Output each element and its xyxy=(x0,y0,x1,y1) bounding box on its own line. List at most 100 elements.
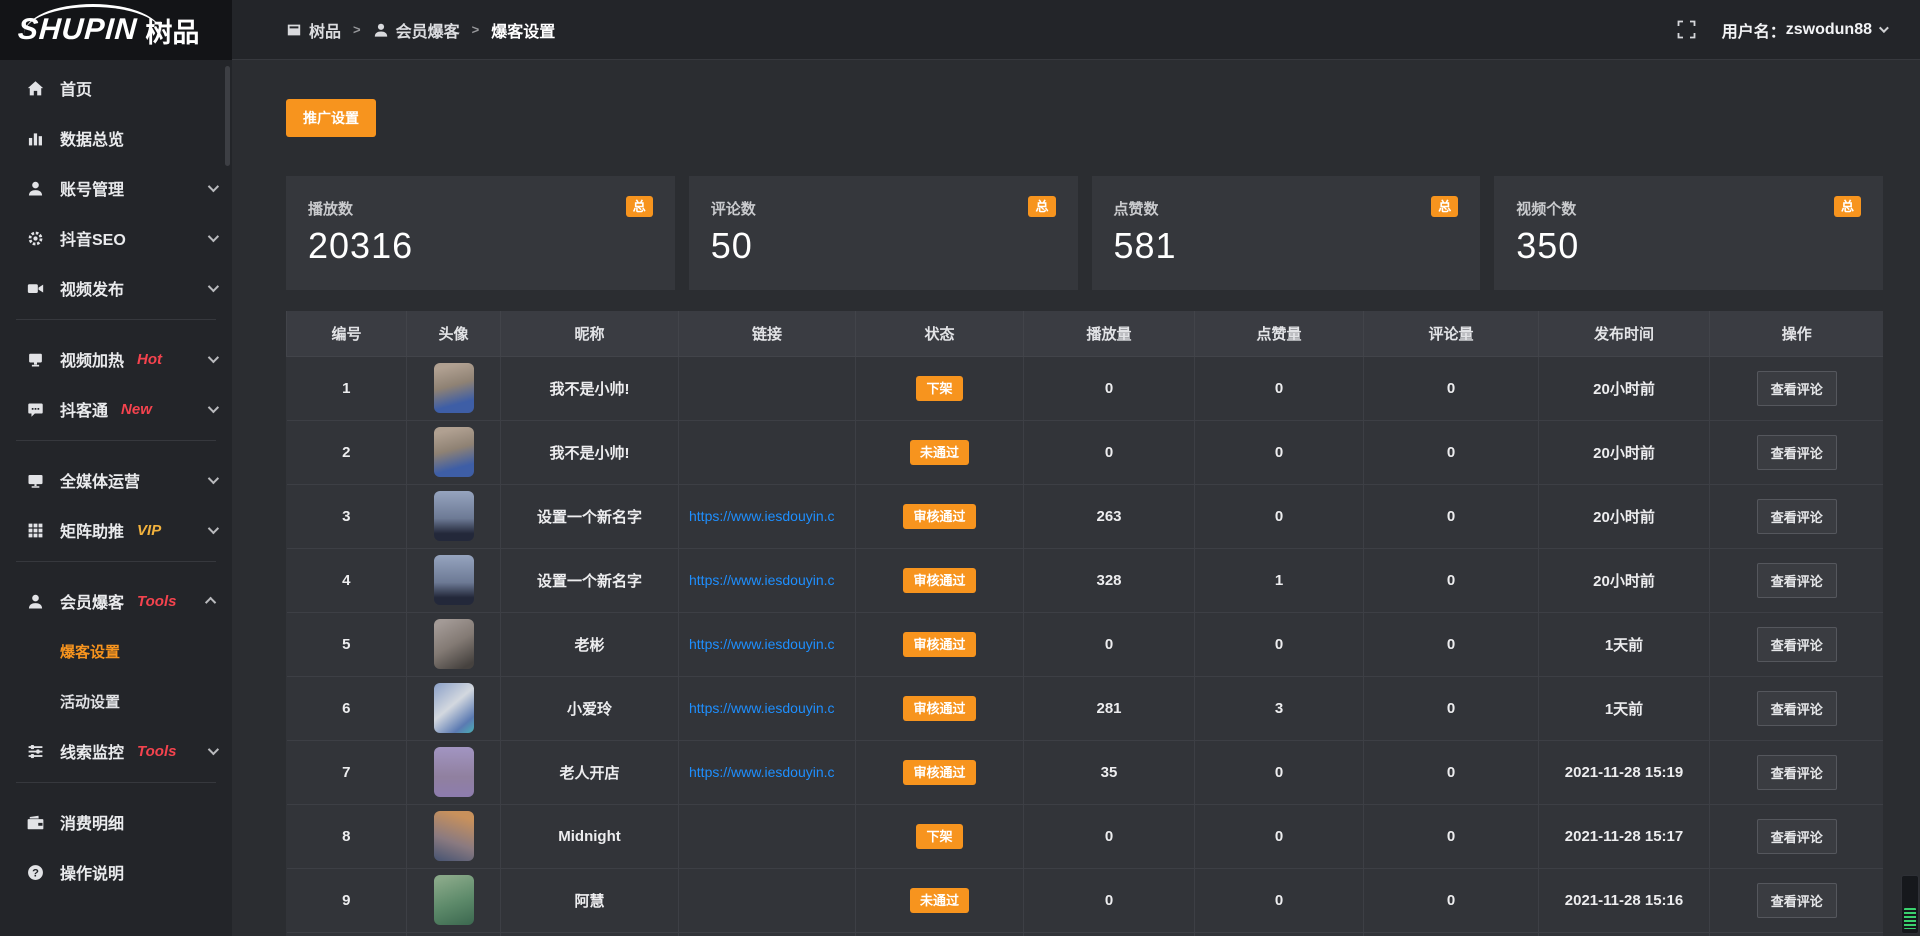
sidebar-item-operation-guide[interactable]: 操作说明 xyxy=(0,847,232,897)
table-body: 1 我不是小帅! 下架 xyxy=(287,356,1884,932)
view-comments-button[interactable]: 查看评论 xyxy=(1757,883,1837,918)
table-row-partial xyxy=(287,932,1884,936)
sidebar-item-matrix-boost[interactable]: 矩阵助推 VIP xyxy=(0,505,232,555)
cell-link xyxy=(679,356,856,420)
fullscreen-icon[interactable] xyxy=(1677,20,1696,39)
cell-likes: 0 xyxy=(1195,740,1364,804)
cell-likes: 0 xyxy=(1195,484,1364,548)
chevron-icon xyxy=(208,352,219,363)
video-link[interactable]: https://www.iesdouyin.c xyxy=(679,636,855,652)
sidebar-item-omnimedia-operation[interactable]: 全媒体运营 xyxy=(0,455,232,505)
brand-logo[interactable]: SHUPIN 树品 xyxy=(0,0,232,60)
cell-comments: 0 xyxy=(1364,420,1539,484)
cell-comments: 0 xyxy=(1364,484,1539,548)
stat-card-value: 350 xyxy=(1516,225,1861,267)
sidebar-item-consumption-details[interactable]: 消费明细 xyxy=(0,797,232,847)
avatar xyxy=(434,363,474,413)
view-comments-button[interactable]: 查看评论 xyxy=(1757,435,1837,470)
cell-action: 查看评论 xyxy=(1710,484,1884,548)
username-value: zswodun88 xyxy=(1786,21,1872,39)
chevron-down-icon xyxy=(1879,23,1889,33)
cell-action: 查看评论 xyxy=(1710,676,1884,740)
view-comments-button[interactable]: 查看评论 xyxy=(1757,563,1837,598)
table-header-cell: 操作 xyxy=(1710,311,1884,356)
total-badge[interactable]: 总 xyxy=(626,196,653,217)
cell-id: 4 xyxy=(287,548,407,612)
stat-card: 点赞数 581 总 xyxy=(1092,176,1481,290)
breadcrumb-baoke-settings[interactable]: 爆客设置 xyxy=(491,18,555,42)
cell-action: 查看评论 xyxy=(1710,356,1884,420)
cell-time: 2021-11-28 15:17 xyxy=(1539,804,1710,868)
breadcrumb-member-baoke[interactable]: 会员爆客 > xyxy=(373,18,492,42)
table-row: 7 老人开店 https://www.iesdouyin.c 审核通过 xyxy=(287,740,1884,804)
user-menu[interactable]: 用户名： zswodun88 xyxy=(1722,18,1886,42)
view-comments-button[interactable]: 查看评论 xyxy=(1757,499,1837,534)
sidebar-item-label: 数据总览 xyxy=(60,126,124,150)
avatar xyxy=(434,683,474,733)
sidebar-item-lead-monitoring[interactable]: 线索监控 Tools xyxy=(0,726,232,776)
video-link[interactable]: https://www.iesdouyin.c xyxy=(679,764,855,780)
sidebar-item-icon xyxy=(26,351,45,368)
sidebar-item-data-overview[interactable]: 数据总览 xyxy=(0,113,232,163)
avatar xyxy=(434,875,474,925)
sidebar-item-badge: Hot xyxy=(137,351,162,368)
total-badge[interactable]: 总 xyxy=(1431,196,1458,217)
sidebar-item-icon xyxy=(26,472,45,489)
sidebar-item-member-baoke[interactable]: 会员爆客 Tools xyxy=(0,576,232,626)
sidebar-item-icon xyxy=(26,230,45,247)
avatar xyxy=(434,619,474,669)
widget-green-bars-icon xyxy=(1904,908,1916,929)
promo-settings-button[interactable]: 推广设置 xyxy=(286,99,376,137)
sidebar-item-icon xyxy=(26,643,45,660)
table-header-cell: 评论量 xyxy=(1364,311,1539,356)
sidebar-item-douyin-seo[interactable]: 抖音SEO xyxy=(0,213,232,263)
cell-nickname: 我不是小帅! xyxy=(501,420,679,484)
sidebar-subitem-baoke-settings[interactable]: 爆客设置 xyxy=(0,626,232,676)
sidebar-item-label: 会员爆客 xyxy=(60,589,124,613)
view-comments-button[interactable]: 查看评论 xyxy=(1757,819,1837,854)
total-badge[interactable]: 总 xyxy=(1834,196,1861,217)
table-row: 5 老彬 https://www.iesdouyin.c 审核通过 xyxy=(287,612,1884,676)
sidebar-subitem-activity-settings[interactable]: 活动设置 xyxy=(0,676,232,726)
chevron-icon xyxy=(208,281,219,292)
cell-nickname: 老人开店 xyxy=(501,740,679,804)
cell-comments: 0 xyxy=(1364,612,1539,676)
floating-widget[interactable] xyxy=(1901,875,1919,934)
cell-likes: 0 xyxy=(1195,420,1364,484)
sidebar-item-label: 矩阵助推 xyxy=(60,518,124,542)
breadcrumb-label: 爆客设置 xyxy=(491,18,555,42)
cell-id: 2 xyxy=(287,420,407,484)
sidebar-item-video-publish[interactable]: 视频发布 xyxy=(0,263,232,313)
table-header-cell: 编号 xyxy=(287,311,407,356)
view-comments-button[interactable]: 查看评论 xyxy=(1757,627,1837,662)
sidebar-item-badge: Tools xyxy=(137,743,176,760)
cell-likes: 0 xyxy=(1195,356,1364,420)
cell-link: https://www.iesdouyin.c xyxy=(679,612,856,676)
stat-card-label: 评论数 xyxy=(711,198,1056,219)
sidebar-scrollbar-thumb[interactable] xyxy=(225,66,230,166)
status-badge: 审核通过 xyxy=(903,504,975,529)
cell-time: 20小时前 xyxy=(1539,356,1710,420)
sidebar-item-badge: Tools xyxy=(137,593,176,610)
sidebar-item-icon xyxy=(26,814,45,831)
topbar-right: 用户名： zswodun88 xyxy=(1677,18,1886,42)
view-comments-button[interactable]: 查看评论 xyxy=(1757,371,1837,406)
video-link[interactable]: https://www.iesdouyin.c xyxy=(679,508,855,524)
sidebar-item-douketong[interactable]: 抖客通 New xyxy=(0,384,232,434)
sidebar-item-home[interactable]: 首页 xyxy=(0,63,232,113)
cell-comments: 0 xyxy=(1364,740,1539,804)
cell-nickname: 小爱玲 xyxy=(501,676,679,740)
sidebar-item-video-heating[interactable]: 视频加热 Hot xyxy=(0,334,232,384)
sidebar-item-account-management[interactable]: 账号管理 xyxy=(0,163,232,213)
breadcrumb-shupin[interactable]: 树品 > xyxy=(286,18,373,42)
cell-action: 查看评论 xyxy=(1710,804,1884,868)
video-link[interactable]: https://www.iesdouyin.c xyxy=(679,700,855,716)
total-badge[interactable]: 总 xyxy=(1028,196,1055,217)
sidebar-item-icon xyxy=(26,864,45,881)
stat-card-label: 视频个数 xyxy=(1516,198,1861,219)
sidebar-item-icon xyxy=(26,401,45,418)
cell-status: 下架 xyxy=(856,356,1024,420)
view-comments-button[interactable]: 查看评论 xyxy=(1757,755,1837,790)
view-comments-button[interactable]: 查看评论 xyxy=(1757,691,1837,726)
video-link[interactable]: https://www.iesdouyin.c xyxy=(679,572,855,588)
